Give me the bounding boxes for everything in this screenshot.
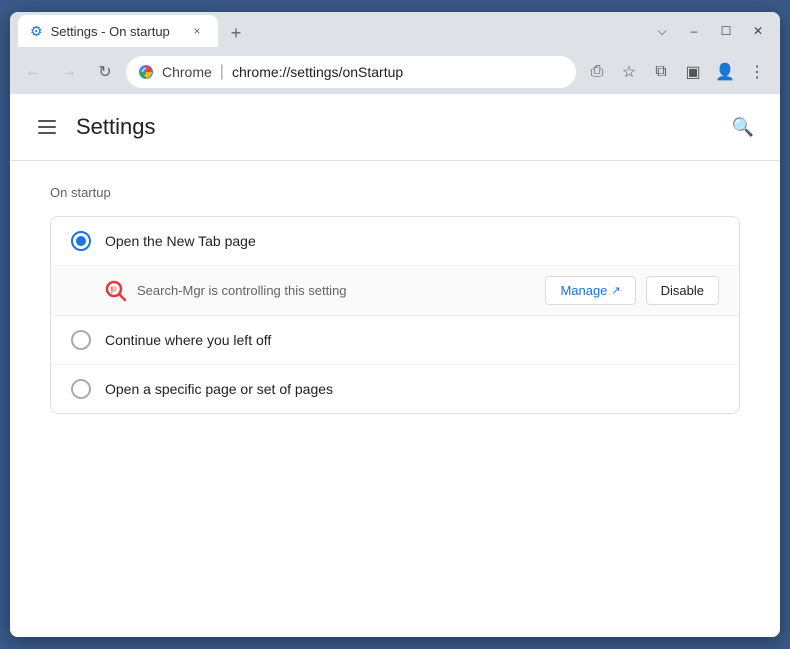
- extension-warning-row: ! Search-Mgr is controlling this setting…: [51, 266, 739, 316]
- url-separator: |: [220, 63, 224, 81]
- profile-button[interactable]: 👤: [710, 57, 740, 87]
- hamburger-menu-button[interactable]: [30, 110, 64, 144]
- close-button[interactable]: ✕: [744, 20, 772, 42]
- option-specific-label: Open a specific page or set of pages: [105, 381, 333, 397]
- svg-text:!: !: [111, 286, 114, 295]
- window-controls: ⌵ – ☐ ✕: [648, 20, 772, 42]
- minimize-button[interactable]: –: [680, 20, 708, 42]
- tabs-area: ⚙ Settings - On startup × +: [18, 15, 642, 47]
- extensions-button[interactable]: ⧉: [646, 57, 676, 87]
- manage-label: Manage: [560, 283, 607, 298]
- radio-new-tab[interactable]: [71, 231, 91, 251]
- section-title: On startup: [50, 185, 740, 200]
- browser-window: ⚙ Settings - On startup × + ⌵ – ☐ ✕ ← → …: [10, 12, 780, 637]
- title-bar: ⚙ Settings - On startup × + ⌵ – ☐ ✕: [10, 12, 780, 50]
- back-button[interactable]: ←: [18, 57, 48, 87]
- settings-header: Settings 🔍: [10, 94, 780, 161]
- manage-extension-button[interactable]: Manage ↗: [545, 276, 635, 305]
- url-bar[interactable]: Chrome | chrome://settings/onStartup: [126, 56, 576, 88]
- sidebar-button[interactable]: ▣: [678, 57, 708, 87]
- extension-warning-text: Search-Mgr is controlling this setting: [137, 283, 535, 298]
- option-new-tab-label: Open the New Tab page: [105, 233, 256, 249]
- option-continue-label: Continue where you left off: [105, 332, 271, 348]
- search-mgr-icon: !: [105, 280, 127, 302]
- disable-extension-button[interactable]: Disable: [646, 276, 719, 305]
- radio-continue[interactable]: [71, 330, 91, 350]
- content-area: Settings 🔍 On startup Open the New Tab p…: [10, 94, 780, 637]
- hamburger-line-2: [38, 126, 56, 128]
- hamburger-line-1: [38, 120, 56, 122]
- external-link-icon: ↗: [611, 284, 620, 297]
- forward-button[interactable]: →: [54, 57, 84, 87]
- settings-body: On startup Open the New Tab page: [10, 161, 780, 637]
- more-button[interactable]: ⋮: [742, 57, 772, 87]
- new-tab-button[interactable]: +: [222, 19, 250, 47]
- startup-options-card: Open the New Tab page ! Search-Mgr is co…: [50, 216, 740, 414]
- radio-new-tab-inner: [76, 236, 86, 246]
- tab-title: Settings - On startup: [51, 24, 180, 39]
- toolbar-icons: ⎙ ☆ ⧉ ▣ 👤 ⋮: [582, 57, 772, 87]
- hamburger-line-3: [38, 132, 56, 134]
- active-tab: ⚙ Settings - On startup ×: [18, 15, 218, 47]
- reload-button[interactable]: ↻: [90, 57, 120, 87]
- option-new-tab-row[interactable]: Open the New Tab page: [51, 217, 739, 266]
- bookmark-button[interactable]: ☆: [614, 57, 644, 87]
- address-bar: ← → ↻ Chrome | chrome://settings/onStart…: [10, 50, 780, 94]
- option-specific-row[interactable]: Open a specific page or set of pages: [51, 365, 739, 413]
- share-button[interactable]: ⎙: [582, 57, 612, 87]
- settings-search-button[interactable]: 🔍: [726, 110, 760, 144]
- tab-close-button[interactable]: ×: [188, 22, 206, 40]
- maximize-button[interactable]: ☐: [712, 20, 740, 42]
- chrome-logo-icon: [138, 64, 154, 80]
- tab-icon: ⚙: [30, 23, 43, 40]
- restore-down-button[interactable]: ⌵: [648, 20, 676, 42]
- option-continue-row[interactable]: Continue where you left off: [51, 316, 739, 365]
- url-address: chrome://settings/onStartup: [232, 64, 403, 80]
- settings-page-title: Settings: [76, 114, 156, 140]
- url-brand-text: Chrome: [162, 64, 212, 80]
- radio-specific[interactable]: [71, 379, 91, 399]
